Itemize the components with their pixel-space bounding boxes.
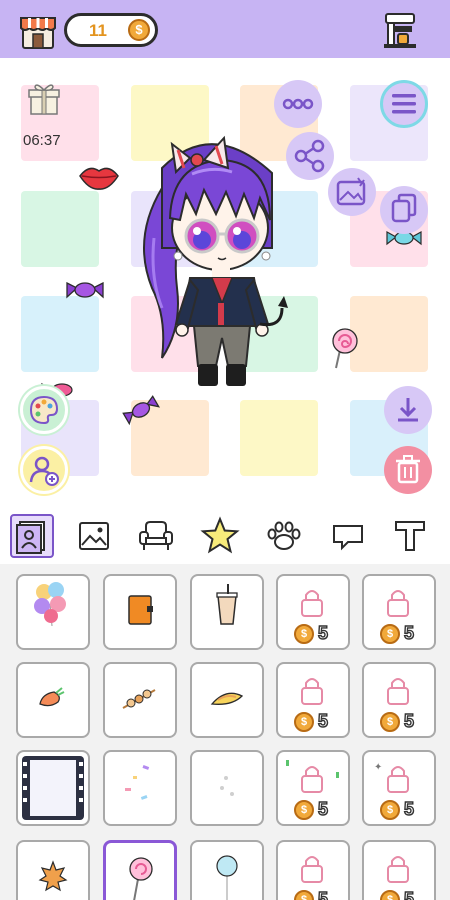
image-icon[interactable] bbox=[72, 514, 116, 558]
candy-sticker[interactable] bbox=[65, 277, 105, 303]
armchair-icon[interactable] bbox=[134, 514, 178, 558]
price-coin-icon: $ bbox=[294, 624, 314, 644]
gift-icon[interactable] bbox=[28, 82, 60, 116]
item-price: 5 bbox=[403, 622, 415, 643]
category-bar bbox=[0, 508, 450, 564]
item-balloon[interactable] bbox=[190, 840, 264, 900]
chibi-character[interactable] bbox=[132, 128, 292, 390]
item-maple-leaf[interactable] bbox=[16, 840, 90, 900]
item-price: 5 bbox=[317, 622, 329, 643]
text-icon[interactable] bbox=[388, 514, 432, 558]
portrait-icon[interactable] bbox=[10, 514, 54, 558]
add-character-icon[interactable] bbox=[20, 446, 68, 494]
price-coin-icon: $ bbox=[380, 800, 400, 820]
item-carrot[interactable] bbox=[16, 662, 90, 738]
paw-icon[interactable] bbox=[262, 514, 306, 558]
item-price: 5 bbox=[403, 888, 415, 900]
price-coin-icon: $ bbox=[294, 712, 314, 732]
more-icon[interactable] bbox=[274, 80, 322, 128]
item-price: 5 bbox=[403, 710, 415, 731]
candy-sticker[interactable] bbox=[122, 394, 161, 426]
star-icon[interactable] bbox=[198, 514, 242, 558]
price-coin-icon: $ bbox=[380, 712, 400, 732]
item-locked[interactable]: $ 5 bbox=[362, 840, 436, 900]
item-locked[interactable]: $ 5 bbox=[276, 750, 350, 826]
share-icon[interactable] bbox=[286, 132, 334, 180]
coin-counter: 11 $ bbox=[64, 13, 158, 47]
price-coin-icon: $ bbox=[294, 800, 314, 820]
app-screen: 11 $ 06:37 $ 5 $ 5 $ 5 $ 5 $ 5 ✦ $ 5 $ 5… bbox=[0, 0, 450, 900]
item-dots[interactable] bbox=[190, 750, 264, 826]
menu-icon[interactable] bbox=[380, 80, 428, 128]
shop-icon[interactable] bbox=[18, 10, 58, 50]
item-bubble-tea[interactable] bbox=[190, 574, 264, 650]
trash-icon[interactable] bbox=[384, 446, 432, 494]
scene-canvas[interactable]: 06:37 bbox=[0, 58, 450, 498]
lollipop-sticker[interactable] bbox=[328, 326, 362, 370]
bg-tile bbox=[240, 400, 318, 476]
bg-tile bbox=[21, 191, 99, 267]
item-price: 5 bbox=[317, 798, 329, 819]
item-taco[interactable] bbox=[190, 662, 264, 738]
item-balloons[interactable] bbox=[16, 574, 90, 650]
item-lollipop[interactable] bbox=[103, 840, 177, 900]
item-locked[interactable]: $ 5 bbox=[276, 840, 350, 900]
lips-sticker[interactable] bbox=[77, 162, 121, 192]
download-icon[interactable] bbox=[384, 386, 432, 434]
price-coin-icon: $ bbox=[380, 624, 400, 644]
background-icon[interactable] bbox=[328, 168, 376, 216]
top-bar: 11 $ bbox=[0, 0, 450, 58]
coffee-machine-icon[interactable] bbox=[380, 10, 420, 50]
item-locked[interactable]: $ 5 bbox=[362, 662, 436, 738]
speech-bubble-icon[interactable] bbox=[326, 514, 370, 558]
copy-icon[interactable] bbox=[380, 186, 428, 234]
item-sprinkles[interactable] bbox=[103, 750, 177, 826]
palette-icon[interactable] bbox=[20, 386, 68, 434]
item-locked[interactable]: $ 5 bbox=[362, 574, 436, 650]
coin-count: 11 bbox=[89, 21, 107, 40]
bg-tile bbox=[21, 296, 99, 372]
reward-timer: 06:37 bbox=[23, 132, 61, 149]
coin-icon: $ bbox=[128, 19, 150, 41]
item-grid: $ 5 $ 5 $ 5 $ 5 $ 5 ✦ $ 5 $ 5 $ 5 bbox=[0, 564, 450, 900]
item-price: 5 bbox=[317, 710, 329, 731]
item-notebook[interactable] bbox=[103, 574, 177, 650]
svg-text:✦: ✦ bbox=[374, 762, 382, 773]
item-price: 5 bbox=[403, 798, 415, 819]
item-film-frame[interactable] bbox=[16, 750, 90, 826]
item-price: 5 bbox=[317, 888, 329, 900]
item-locked[interactable]: ✦ $ 5 bbox=[362, 750, 436, 826]
item-locked[interactable]: $ 5 bbox=[276, 574, 350, 650]
item-skewer[interactable] bbox=[103, 662, 177, 738]
item-locked[interactable]: $ 5 bbox=[276, 662, 350, 738]
